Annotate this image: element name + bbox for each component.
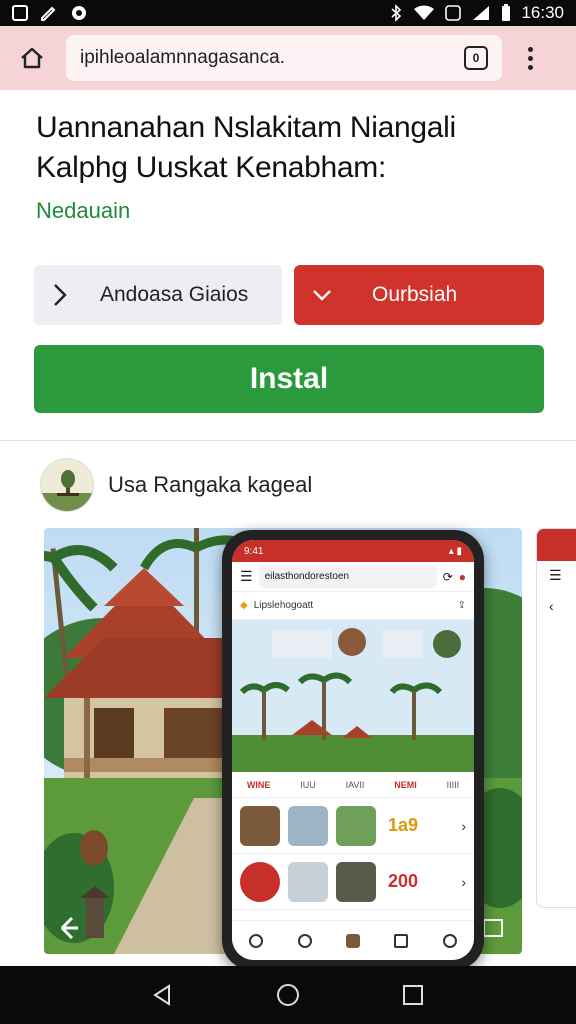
chevron-down-icon — [313, 290, 331, 301]
search-icon — [297, 933, 312, 948]
signal-icon — [473, 6, 490, 20]
chevron-right-icon: › — [461, 817, 466, 834]
back-icon[interactable] — [151, 983, 175, 1007]
battery-icon — [502, 4, 511, 21]
screenshot-next[interactable]: ☰ ‹ — [536, 528, 576, 908]
chevron-right-icon: › — [461, 873, 466, 890]
phone-url-box: eilasthondorestoen — [258, 565, 437, 588]
screenshot-carousel[interactable]: 9:41 ▴ ▮ ☰ eilasthondorestoen ⟳ ● ◆ Lips… — [0, 528, 576, 970]
phone-row-value: 1a9 — [388, 815, 419, 835]
menu-dot-icon — [527, 64, 533, 70]
menu-dot-icon — [527, 55, 533, 61]
phone-tile — [240, 805, 280, 846]
chevron-right-icon — [54, 284, 67, 306]
phone-tile — [336, 805, 376, 846]
action-buttons: Andoasa Giaios Ourbsiah — [34, 265, 544, 325]
phone-screen: 9:41 ▴ ▮ ☰ eilasthondorestoen ⟳ ● ◆ Lips… — [232, 540, 474, 960]
edit-icon — [41, 6, 56, 21]
divider — [0, 440, 576, 441]
phone-tile — [288, 805, 328, 846]
share-icon: ⇪ — [457, 600, 466, 611]
tree-logo-icon — [41, 470, 93, 511]
download-button[interactable]: Ourbsiah — [294, 265, 544, 325]
phone-list-row: 1a9 › — [232, 798, 474, 854]
phone-tile — [240, 861, 280, 902]
bookmark-icon — [394, 933, 409, 948]
phone-tab: IIIII — [446, 779, 460, 790]
phone-tab: IUU — [300, 779, 316, 790]
phone-tile — [288, 861, 328, 902]
phone-url-text: eilasthondorestoen — [264, 571, 350, 582]
url-text: ipihleoalamnnagasanca. — [80, 47, 285, 68]
wifi-icon — [414, 5, 435, 20]
android-button-label: Andoasa Giaios — [100, 283, 249, 306]
recents-icon[interactable] — [401, 983, 425, 1007]
status-bar: 16:30 — [0, 0, 576, 26]
phone-mockup: 9:41 ▴ ▮ ☰ eilasthondorestoen ⟳ ● ◆ Lips… — [222, 530, 484, 970]
phone-row-value: 200 — [388, 871, 419, 891]
logo-icon: ◆ — [240, 600, 248, 611]
phone-status-icons: ▴ ▮ — [448, 545, 462, 557]
village-banner-image — [232, 620, 474, 772]
address-bar[interactable]: ipihleoalamnnagasanca. 0 — [66, 35, 502, 81]
home-icon — [21, 47, 43, 69]
app-title: Uannanahan Nslakitam Niangali Kalphg Uus… — [36, 111, 456, 184]
publisher-name: Usa Rangaka kageal — [108, 472, 313, 497]
home-icon — [249, 933, 264, 948]
phone-status-time: 9:41 — [244, 545, 264, 557]
home-button[interactable] — [12, 38, 52, 78]
hamburger-icon: ☰ — [240, 568, 253, 584]
refresh-icon: ⟳ — [442, 569, 453, 584]
phone-status-bar: 9:41 ▴ ▮ — [232, 540, 474, 562]
phone-list-row: 200 › — [232, 854, 474, 910]
chevron-left-icon: ‹ — [549, 598, 554, 614]
phone-tab-bar: WINE IUU IAVII NEMI IIIII — [232, 772, 474, 798]
side-shot-header — [537, 529, 576, 561]
status-time: 16:30 — [521, 3, 564, 22]
hamburger-icon: ☰ — [549, 567, 562, 583]
avatar — [40, 458, 94, 512]
phone-banner — [232, 620, 474, 772]
download-button-label: Ourbsiah — [372, 283, 458, 306]
phone-bottom-nav — [232, 920, 474, 960]
home-circle-icon[interactable] — [276, 983, 300, 1007]
gallery-icon — [12, 5, 28, 21]
phone-tab: IAVII — [345, 779, 365, 790]
phone-tab: WINE — [246, 779, 271, 790]
publisher-row[interactable]: Usa Rangaka kageal — [40, 458, 312, 512]
shield-icon: ● — [458, 569, 466, 584]
tab-switcher-button[interactable]: 0 — [464, 46, 488, 70]
overflow-menu-button[interactable] — [518, 46, 542, 70]
notification-icon — [72, 6, 86, 20]
developer-link[interactable]: Nedauain — [36, 198, 130, 224]
user-icon — [442, 933, 457, 948]
install-button[interactable]: Instal — [34, 345, 544, 413]
phone-tile — [336, 861, 376, 902]
system-nav-bar — [0, 966, 576, 1024]
profile-icon — [345, 933, 360, 948]
phone-secondary-bar: ◆ Lipslehogoatt ⇪ — [232, 592, 474, 620]
browser-toolbar: ipihleoalamnnagasanca. 0 — [0, 26, 576, 90]
phone-tab: NEMI — [394, 779, 417, 790]
bluetooth-icon — [391, 4, 402, 22]
phone-bar-text: Lipslehogoatt — [253, 600, 314, 611]
phone-url-bar: ☰ eilasthondorestoen ⟳ ● — [232, 562, 474, 592]
android-button[interactable]: Andoasa Giaios — [34, 265, 282, 325]
menu-dot-icon — [527, 46, 533, 52]
nfc-icon — [445, 5, 462, 21]
